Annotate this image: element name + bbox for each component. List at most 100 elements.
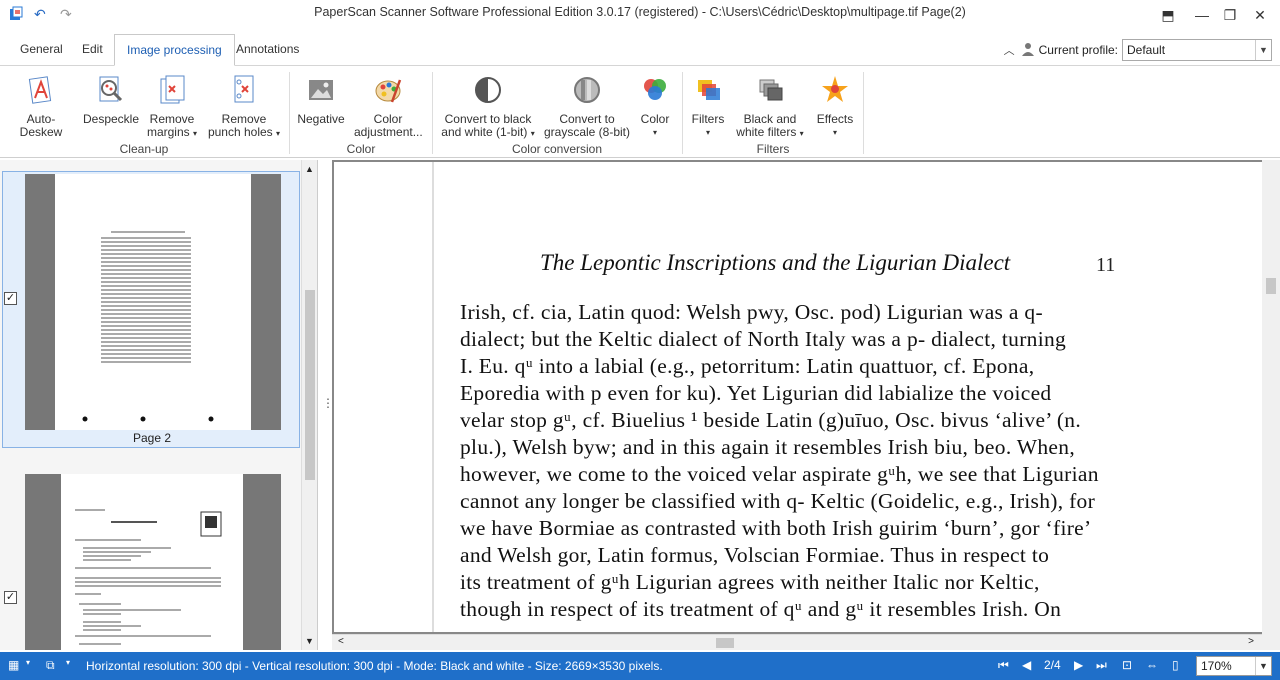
scroll-left-icon[interactable]: <	[338, 636, 344, 647]
chevron-down-icon[interactable]: ▾	[66, 658, 70, 667]
fit-page-icon[interactable]: ▯	[1172, 658, 1179, 672]
vertical-scroll-thumb[interactable]	[1266, 278, 1276, 294]
ribbon-separator	[863, 72, 864, 154]
document-line: I. Eu. qᵘ into a labial (e.g., petorritu…	[460, 354, 1035, 378]
window-title: PaperScan Scanner Software Professional …	[314, 5, 966, 19]
convert-grayscale-label-2: grayscale (8-bit)	[543, 125, 631, 139]
zoom-dropdown[interactable]: 170% ▼	[1196, 656, 1272, 676]
convert-grayscale-button[interactable]: Convert to grayscale (8-bit)	[542, 70, 632, 139]
document-page-number: 11	[1096, 254, 1116, 276]
chevron-down-icon: ▼	[1255, 657, 1271, 675]
restore-ribbon-icon[interactable]: ⬒	[1156, 4, 1180, 26]
close-button[interactable]: ✕	[1248, 4, 1272, 26]
tab-image-processing[interactable]: Image processing	[114, 34, 235, 66]
first-page-icon[interactable]: ⏮	[998, 658, 1009, 673]
chevron-down-icon: ▾	[799, 129, 804, 138]
thumbnail-scrollbar[interactable]: ▲ ▼	[301, 160, 317, 650]
negative-icon	[305, 74, 337, 106]
auto-deskew-button[interactable]: Auto-Deskew	[6, 70, 76, 139]
tab-annotations[interactable]: Annotations	[224, 34, 311, 66]
scroll-right-icon[interactable]: >	[1248, 636, 1254, 647]
remove-margins-button[interactable]: Remove margins ▾	[144, 70, 200, 140]
convert-bw-button[interactable]: Convert to black and white (1-bit) ▾	[438, 70, 538, 140]
filters-button[interactable]: Filters ▾	[688, 70, 728, 139]
filters-label: Filters	[691, 112, 725, 126]
group-cleanup-label: Clean-up	[119, 142, 169, 156]
bw-circle-icon	[472, 74, 504, 106]
thumbnail-checkbox-1[interactable]: ✓	[4, 292, 17, 305]
effects-button[interactable]: Effects ▾	[812, 70, 858, 139]
document-line: however, we come to the voiced velar asp…	[460, 462, 1099, 486]
profile-selector: ︿ Current profile: Default ▼	[1004, 38, 1272, 62]
profile-icon	[1021, 42, 1035, 59]
chevron-down-icon: ▾	[705, 128, 710, 137]
ribbon-separator	[682, 72, 683, 154]
document-line: its treatment of gᵘh Ligurian agrees wit…	[460, 570, 1040, 594]
despeckle-label: Despeckle	[82, 112, 140, 126]
chevron-down-icon: ▾	[652, 128, 657, 137]
profile-value: Default	[1127, 43, 1166, 57]
thumbnail-image	[25, 474, 281, 650]
negative-button[interactable]: Negative	[294, 70, 348, 126]
last-page-icon[interactable]: ⏭	[1096, 658, 1107, 673]
group-color-label: Color	[346, 142, 376, 156]
windows-icon[interactable]: ⧉	[46, 658, 55, 673]
thumbnail-label: Page 2	[132, 431, 172, 445]
remove-punch-label-2: punch holes	[207, 125, 273, 139]
viewer-vertical-scrollbar[interactable]	[1262, 160, 1280, 650]
thumbnail-page-sheet	[61, 474, 243, 650]
bw-filters-label-2: white filters	[736, 125, 797, 139]
document-line: and Welsh gor, Latin formus, Volscian Fo…	[460, 543, 1050, 567]
effects-star-icon	[819, 74, 851, 106]
auto-deskew-label: Auto-Deskew	[19, 112, 63, 139]
collapse-ribbon-icon[interactable]: ︿	[1004, 42, 1015, 58]
maximize-button[interactable]: ❐	[1218, 4, 1242, 26]
fit-width-icon[interactable]: ⇔	[1146, 658, 1158, 672]
previous-page-icon[interactable]: ◀	[1022, 658, 1031, 672]
thumbnail-scroll-thumb[interactable]	[305, 290, 315, 480]
scroll-up-icon[interactable]: ▲	[305, 164, 314, 174]
horizontal-scroll-thumb[interactable]	[716, 638, 734, 648]
bw-filters-icon	[754, 74, 786, 106]
zoom-100-icon[interactable]: ⊡	[1122, 658, 1132, 672]
minimize-button[interactable]: —	[1190, 4, 1214, 26]
zoom-value: 170%	[1201, 659, 1232, 673]
ribbon-tabs: General Edit Image processing Annotation…	[0, 34, 1280, 66]
palette-icon	[372, 74, 404, 106]
negative-label: Negative	[297, 112, 345, 126]
viewer-horizontal-scrollbar[interactable]: < >	[332, 634, 1262, 650]
effects-label: Effects	[816, 112, 854, 126]
ribbon: Auto-Deskew Despeckle Remove margins ▾ R…	[0, 66, 1280, 158]
image-viewer[interactable]: The Lepontic Inscriptions and the Liguri…	[332, 160, 1280, 650]
ribbon-separator	[432, 72, 433, 154]
filters-icon	[692, 74, 724, 106]
color-label: Color	[640, 112, 670, 126]
title-bar: ↶ ↷ PaperScan Scanner Software Professio…	[0, 0, 1280, 30]
color-button[interactable]: Color ▾	[636, 70, 674, 139]
scroll-down-icon[interactable]: ▼	[305, 636, 314, 646]
thumbnail-page-3[interactable]	[2, 471, 300, 650]
despeckle-button[interactable]: Despeckle	[80, 70, 142, 126]
group-conversion-label: Color conversion	[511, 142, 603, 156]
tab-general[interactable]: General	[8, 34, 75, 66]
chevron-down-icon[interactable]: ▾	[26, 658, 30, 667]
thumbnail-page-2[interactable]: Page 2	[2, 171, 300, 448]
document-header: The Lepontic Inscriptions and the Liguri…	[540, 250, 1011, 275]
bw-filters-button[interactable]: Black and white filters ▾	[732, 70, 808, 140]
profile-dropdown[interactable]: Default ▼	[1122, 39, 1272, 61]
tab-edit[interactable]: Edit	[70, 34, 115, 66]
document-page: The Lepontic Inscriptions and the Liguri…	[334, 162, 1262, 632]
document-line: dialect; but the Keltic dialect of North…	[460, 327, 1067, 351]
image-info-text: Horizontal resolution: 300 dpi - Vertica…	[86, 659, 663, 673]
group-filters-label: Filters	[756, 142, 790, 156]
despeckle-icon	[95, 74, 127, 106]
thumbnail-checkbox-2[interactable]: ✓	[4, 591, 17, 604]
color-adjustment-button[interactable]: Color adjustment...	[354, 70, 423, 139]
document-line: velar stop gᵘ, cf. Biuelius ¹ beside Lat…	[460, 408, 1082, 432]
next-page-icon[interactable]: ▶	[1074, 658, 1083, 672]
layout-grid-icon[interactable]: ▦	[8, 658, 19, 672]
chevron-down-icon: ▾	[832, 128, 837, 137]
remove-punch-holes-icon	[228, 74, 260, 106]
color-adjustment-label-2: adjustment...	[354, 125, 423, 139]
remove-punch-holes-button[interactable]: Remove punch holes ▾	[206, 70, 282, 140]
